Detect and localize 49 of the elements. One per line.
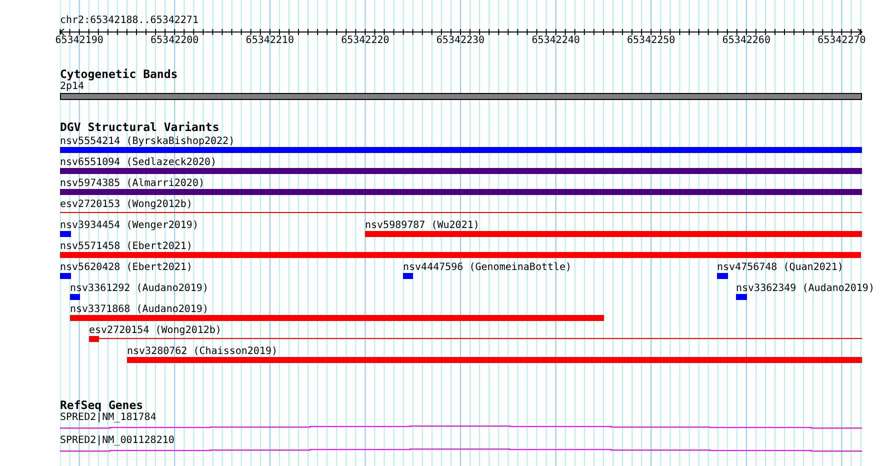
tick-label: 65342230 bbox=[436, 35, 485, 47]
transcript-line[interactable] bbox=[60, 448, 862, 452]
variant-label: nsv5571458 (Ebert2021) bbox=[60, 241, 192, 252]
variant-bar[interactable] bbox=[60, 252, 861, 258]
variant-bar[interactable] bbox=[60, 147, 862, 153]
tick-label: 65342240 bbox=[532, 35, 580, 47]
variant-line[interactable] bbox=[99, 338, 862, 339]
variant-bar[interactable] bbox=[89, 336, 99, 342]
transcript-line[interactable] bbox=[60, 426, 862, 428]
tick-label: 65342270 bbox=[818, 35, 866, 47]
variant-bar[interactable] bbox=[70, 315, 604, 321]
variant-bar[interactable] bbox=[736, 294, 747, 300]
transcript-label: SPRED2|NM_001128210 bbox=[60, 435, 174, 447]
variant-label: nsv5620428 (Ebert2021) bbox=[60, 262, 192, 273]
variant-bar[interactable] bbox=[60, 168, 862, 174]
variant-label: esv2720154 (Wong2012b) bbox=[89, 325, 222, 336]
variant-label: nsv5989787 (Wu2021) bbox=[365, 220, 480, 231]
variant-bar[interactable] bbox=[60, 231, 71, 237]
variant-label: nsv3280762 (Chaisson2019) bbox=[127, 346, 278, 357]
variant-label: esv2720153 (Wong2012b) bbox=[60, 199, 192, 210]
variant-bar[interactable] bbox=[127, 357, 862, 363]
variant-label: nsv3934454 (Wenger2019) bbox=[60, 220, 198, 231]
track-title: RefSeq Genes bbox=[60, 399, 144, 412]
tick-label: 65342200 bbox=[150, 35, 199, 47]
variant-bar[interactable] bbox=[403, 273, 413, 279]
tick-label: 65342260 bbox=[722, 35, 770, 47]
variant-label: nsv5974385 (Almarri2020) bbox=[60, 178, 204, 189]
track-title: Cytogenetic Bands bbox=[60, 68, 178, 81]
variant-bar[interactable] bbox=[60, 273, 71, 279]
variant-label: nsv4447596 (GenomeinaBottle) bbox=[403, 262, 572, 273]
variant-label: nsv3362349 (Audano2019) bbox=[736, 283, 874, 294]
transcript-label: SPRED2|NM_181784 bbox=[60, 412, 156, 424]
band-label: 2p14 bbox=[60, 81, 84, 93]
variant-bar[interactable] bbox=[365, 231, 862, 237]
tick-label: 65342210 bbox=[246, 35, 294, 47]
tick-label: 65342250 bbox=[627, 35, 676, 47]
variant-bar[interactable] bbox=[70, 294, 80, 300]
variant-label: nsv4756748 (Quan2021) bbox=[717, 262, 844, 273]
variant-bar[interactable] bbox=[60, 189, 862, 195]
location-label: chr2:65342188..65342271 bbox=[60, 15, 198, 27]
tick-label: 65342190 bbox=[55, 35, 104, 47]
variant-label: nsv3361292 (Audano2019) bbox=[70, 283, 208, 294]
tick-label: 65342220 bbox=[341, 35, 390, 47]
variant-label: nsv3371868 (Audano2019) bbox=[70, 304, 208, 315]
variant-bar[interactable] bbox=[717, 273, 728, 279]
cytoband-bar[interactable] bbox=[60, 93, 862, 100]
variant-label: nsv5554214 (ByrskaBishop2022) bbox=[60, 136, 235, 147]
track-title: DGV Structural Variants bbox=[60, 121, 220, 134]
variant-label: nsv6551094 (Sedlazeck2020) bbox=[60, 157, 217, 168]
